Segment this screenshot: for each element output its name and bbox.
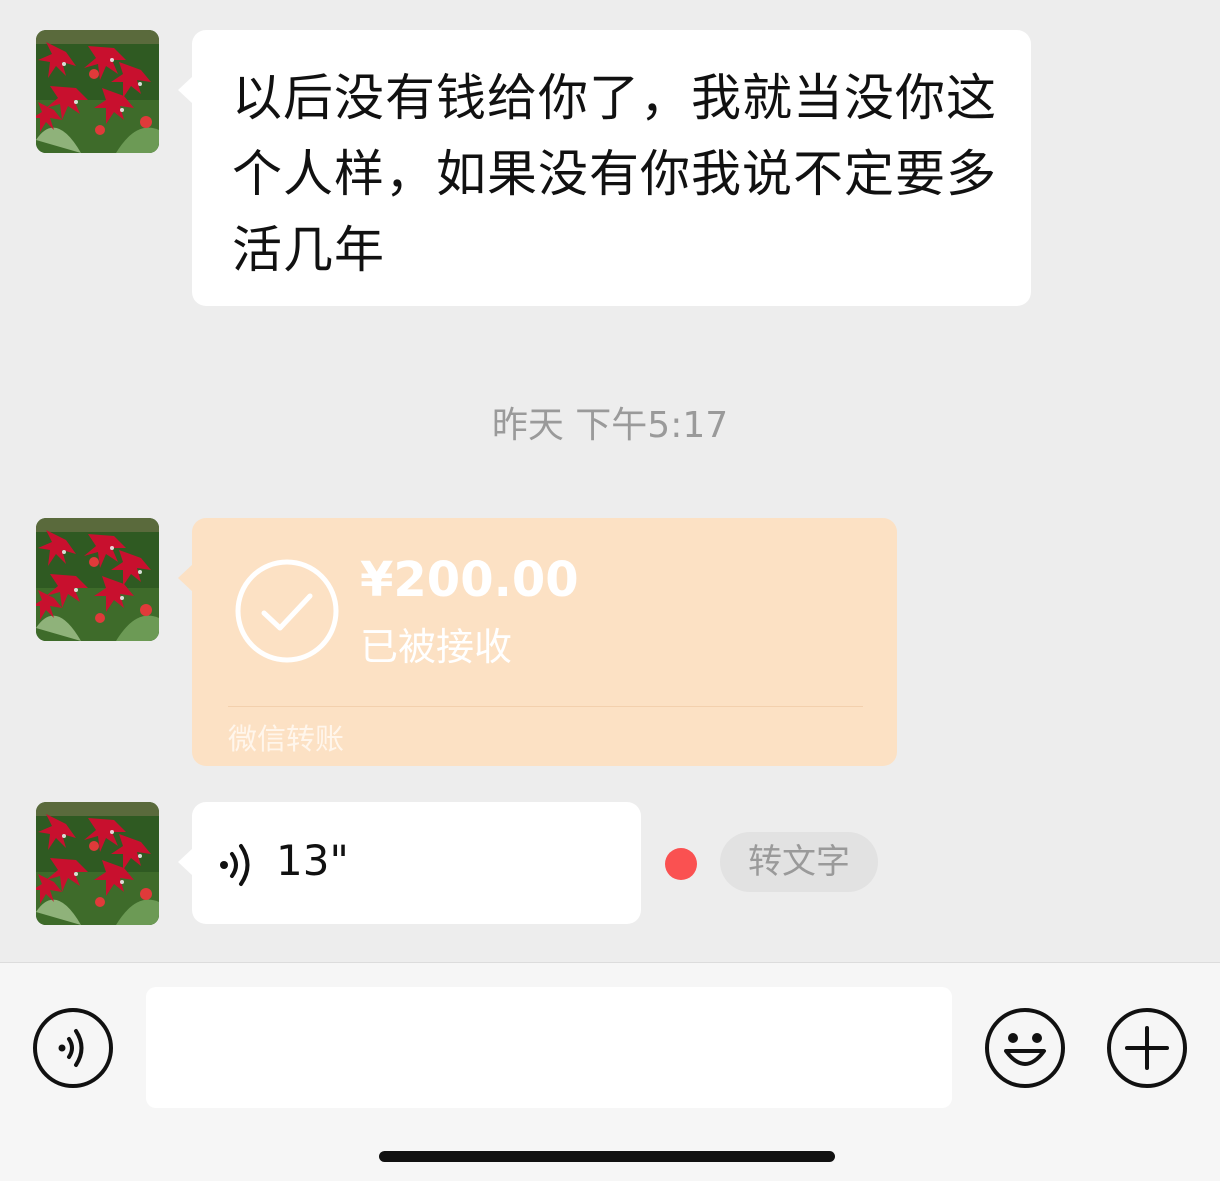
voice-wave-icon [220, 844, 250, 886]
voice-input-icon[interactable] [32, 1007, 114, 1089]
convert-to-text-button[interactable]: 转文字 [720, 832, 878, 892]
emoji-smile-icon[interactable] [984, 1007, 1066, 1089]
text-message-content: 以后没有钱给你了，我就当没你这个人样，如果没有你我说不定要多活几年 [232, 69, 997, 279]
home-indicator [379, 1151, 835, 1162]
text-message-bubble[interactable]: 以后没有钱给你了，我就当没你这个人样，如果没有你我说不定要多活几年 [178, 30, 1031, 306]
avatar[interactable] [36, 30, 159, 153]
transfer-label: 微信转账 [228, 722, 345, 756]
avatar[interactable] [36, 802, 159, 925]
check-circle-icon [235, 559, 339, 663]
input-toolbar [0, 962, 1220, 1181]
chat-area: 以后没有钱给你了，我就当没你这个人样，如果没有你我说不定要多活几年 昨天 下午5… [0, 0, 1220, 962]
message-timestamp: 昨天 下午5:17 [491, 405, 729, 446]
avatar[interactable] [36, 518, 159, 641]
voice-duration: 13" [276, 836, 349, 885]
transfer-amount: ¥200.00 [360, 552, 579, 608]
red-flowers-avatar-image [36, 30, 159, 153]
red-flowers-avatar-image [36, 802, 159, 925]
transfer-status: 已被接收 [360, 625, 513, 669]
transfer-divider [228, 706, 863, 707]
unread-dot [665, 848, 697, 880]
message-input[interactable] [146, 987, 952, 1108]
plus-circle-icon[interactable] [1106, 1007, 1188, 1089]
transfer-message-bubble[interactable]: ¥200.00 已被接收 微信转账 [178, 518, 897, 766]
red-flowers-avatar-image [36, 518, 159, 641]
voice-message-bubble[interactable]: 13" [178, 802, 641, 924]
